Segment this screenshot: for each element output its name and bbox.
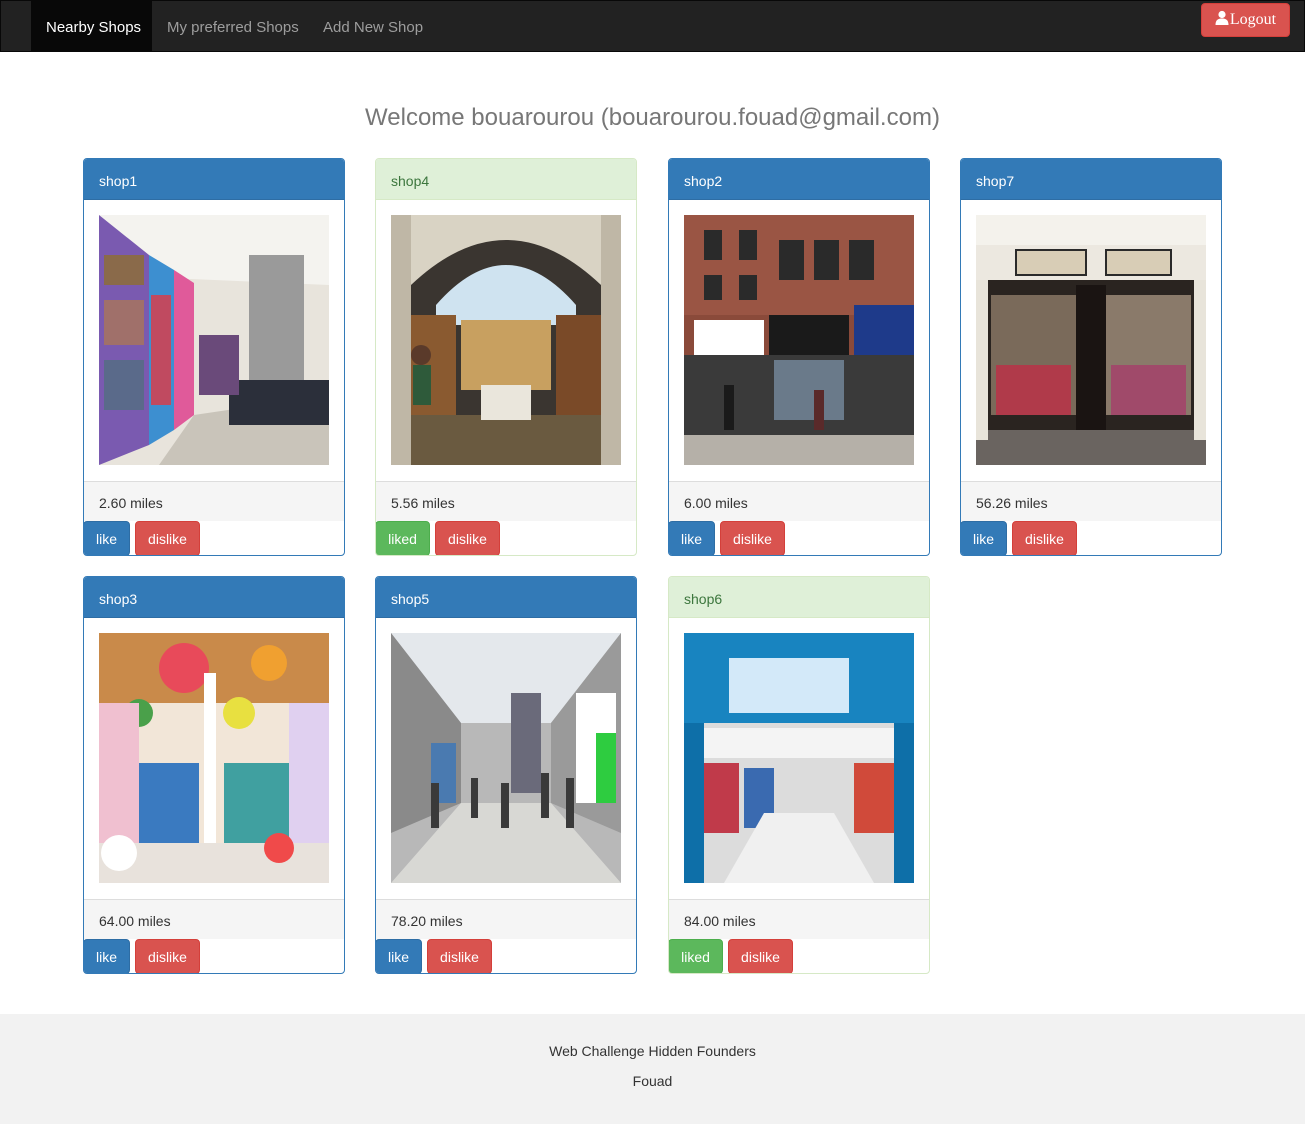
nav-add-new-shop[interactable]: Add New Shop xyxy=(308,1,433,51)
shop-name: shop3 xyxy=(84,577,344,618)
shop-image xyxy=(684,215,914,465)
like-button[interactable]: like xyxy=(84,939,130,973)
logout-label: Logout xyxy=(1229,11,1277,28)
like-button[interactable]: like xyxy=(669,521,715,555)
shop-name: shop6 xyxy=(669,577,929,618)
shop-card: shop2 6.00 miles like dislike xyxy=(668,158,930,556)
like-button[interactable]: like xyxy=(376,939,422,973)
dislike-button[interactable]: dislike xyxy=(1012,521,1077,555)
like-button[interactable]: like xyxy=(84,521,130,555)
top-navbar: Nearby Shops My preferred Shops Add New … xyxy=(0,0,1305,52)
page-footer: Web Challenge Hidden Founders Fouad xyxy=(0,1014,1305,1124)
shop-distance: 56.26 miles xyxy=(961,481,1221,521)
shop-card: shop7 56.26 miles like dislike xyxy=(960,158,1222,556)
shop-distance: 84.00 miles xyxy=(669,899,929,939)
dislike-button[interactable]: dislike xyxy=(135,939,200,973)
shop-image xyxy=(391,215,621,465)
dislike-button[interactable]: dislike xyxy=(135,521,200,555)
shop-name: shop4 xyxy=(376,159,636,200)
dislike-button[interactable]: dislike xyxy=(720,521,785,555)
shop-name: shop1 xyxy=(84,159,344,200)
dislike-button[interactable]: dislike xyxy=(728,939,793,973)
shop-image xyxy=(99,215,329,465)
shop-image xyxy=(391,633,621,883)
welcome-heading: Welcome bouarourou (bouarourou.fouad@gma… xyxy=(365,104,940,131)
shop-image xyxy=(99,633,329,883)
liked-button[interactable]: liked xyxy=(376,521,430,555)
shop-card: shop3 64.00 miles like dislike xyxy=(83,576,345,974)
shop-distance: 6.00 miles xyxy=(669,481,929,521)
shop-name: shop2 xyxy=(669,159,929,200)
footer-line-1: Web Challenge Hidden Founders xyxy=(549,1043,756,1059)
shop-distance: 2.60 miles xyxy=(84,481,344,521)
shop-name: shop7 xyxy=(961,159,1221,200)
dislike-button[interactable]: dislike xyxy=(427,939,492,973)
shop-name: shop5 xyxy=(376,577,636,618)
nav-preferred-shops[interactable]: My preferred Shops xyxy=(152,1,308,51)
shop-card: shop6 84.00 miles liked dislike xyxy=(668,576,930,974)
shop-card: shop5 78.20 miles like dislike xyxy=(375,576,637,974)
dislike-button[interactable]: dislike xyxy=(435,521,500,555)
logout-button[interactable]: Logout xyxy=(1201,3,1290,37)
shop-image xyxy=(684,633,914,883)
shop-image xyxy=(976,215,1206,465)
nav-nearby-shops[interactable]: Nearby Shops xyxy=(31,1,152,51)
footer-line-2: Fouad xyxy=(632,1073,673,1089)
shop-card: shop1 2.60 miles like dislike xyxy=(83,158,345,556)
user-icon xyxy=(1215,10,1230,30)
shop-card: shop4 5.56 miles liked dislike xyxy=(375,158,637,556)
like-button[interactable]: like xyxy=(961,521,1007,555)
shop-distance: 64.00 miles xyxy=(84,899,344,939)
shop-distance: 5.56 miles xyxy=(376,481,636,521)
liked-button[interactable]: liked xyxy=(669,939,723,973)
shop-distance: 78.20 miles xyxy=(376,899,636,939)
